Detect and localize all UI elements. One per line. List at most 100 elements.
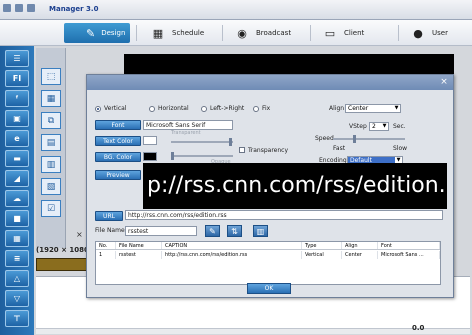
- table-header[interactable]: CAPTION: [162, 242, 302, 249]
- delete-button[interactable]: ▥: [253, 225, 268, 237]
- left-sidebar: ☰ FI ᶠ ▣ e ▬ ◢ ☁ ■ ▦ ≡ △ ▽ ⊤: [0, 46, 34, 335]
- tab-schedule[interactable]: ▦ Schedule: [150, 23, 204, 43]
- speed-slider-handle[interactable]: [353, 135, 356, 143]
- tab-broadcast[interactable]: ◉ Broadcast: [234, 23, 291, 43]
- window-menu-icon[interactable]: [3, 4, 11, 12]
- url-field[interactable]: http://rss.cnn.com/rss/edition.rss: [125, 210, 443, 220]
- text-color-button[interactable]: Text Color: [95, 136, 141, 146]
- grid-icon[interactable]: ▦: [5, 230, 29, 247]
- table-cell: Microsoft Sans ...: [378, 251, 440, 259]
- triangle-up-icon[interactable]: △: [5, 270, 29, 287]
- radio-left-right-dot: [201, 105, 207, 112]
- rss-icon[interactable]: ◢: [5, 170, 29, 187]
- list-icon[interactable]: ≡: [5, 250, 29, 267]
- table-tool-icon[interactable]: ▦: [41, 90, 61, 107]
- speed-slider[interactable]: [333, 135, 405, 143]
- bg-color-swatch[interactable]: [143, 152, 157, 161]
- align-select[interactable]: Center ▼: [345, 104, 401, 113]
- layout-tool-icon[interactable]: ▥: [41, 156, 61, 173]
- ok-button[interactable]: OK: [247, 283, 291, 294]
- opacity-slider[interactable]: [171, 152, 233, 160]
- transparent-label: Transparent: [171, 130, 201, 136]
- move-button[interactable]: ⇅: [227, 225, 242, 237]
- opacity-slider-handle[interactable]: [171, 152, 174, 160]
- menu-icon[interactable]: ☰: [5, 50, 29, 67]
- file-name-field[interactable]: rsstest: [125, 226, 197, 236]
- triangle-down-icon[interactable]: ▽: [5, 290, 29, 307]
- resolution-label: (1920 × 1080: [36, 246, 89, 254]
- chevron-down-icon: ▼: [382, 123, 387, 129]
- window-minimize-icon[interactable]: [15, 4, 23, 12]
- transparency-slider-handle[interactable]: [229, 138, 232, 146]
- monitor-icon: ▭: [324, 26, 336, 40]
- text-color-swatch[interactable]: [143, 136, 157, 145]
- url-button-label: URL: [103, 212, 115, 220]
- edit-button[interactable]: ✎: [205, 225, 220, 237]
- copy-tool-icon[interactable]: ⧉: [41, 112, 61, 129]
- radio-vertical-label: Vertical: [104, 105, 127, 112]
- radio-horizontal-label: Horizontal: [158, 105, 189, 112]
- dialog-close-icon[interactable]: ×: [439, 77, 449, 87]
- radio-vertical[interactable]: Vertical: [95, 105, 126, 112]
- align-value: Center: [348, 105, 369, 112]
- horizontal-scrollbar[interactable]: [36, 328, 470, 334]
- toolbar-divider: [310, 25, 311, 41]
- tab-client[interactable]: ▭ Client: [322, 23, 364, 43]
- check-tool-icon[interactable]: ☑: [41, 200, 61, 217]
- table-header[interactable]: Align: [342, 242, 378, 249]
- table-header-row: No. File Name CAPTION Type Align Font: [96, 242, 440, 250]
- window-controls[interactable]: [3, 4, 43, 15]
- text-icon[interactable]: ▬: [5, 150, 29, 167]
- tab-design[interactable]: ✎ Design: [64, 23, 130, 43]
- close-icon[interactable]: ×: [76, 230, 83, 239]
- tab-design-label: Design: [101, 29, 126, 37]
- browser-icon[interactable]: e: [5, 130, 29, 147]
- font-button[interactable]: Font: [95, 120, 141, 130]
- tab-client-label: Client: [344, 29, 365, 37]
- table-row[interactable]: 1 rsstest http://rss.cnn.com/rss/edition…: [96, 251, 440, 259]
- vstep-label: VStep: [349, 123, 367, 130]
- chevron-down-icon: ▼: [394, 105, 399, 111]
- table-header[interactable]: Font: [378, 242, 440, 249]
- vstep-select[interactable]: 2 ▼: [369, 122, 389, 131]
- image-tool-icon[interactable]: ▧: [41, 178, 61, 195]
- save-tool-icon[interactable]: ▤: [41, 134, 61, 151]
- tab-user[interactable]: ● User: [410, 23, 448, 43]
- calendar-icon: ▦: [152, 26, 164, 40]
- broadcast-icon: ◉: [237, 26, 247, 40]
- toolbar-divider: [136, 25, 137, 41]
- radio-fix-label: Fix: [262, 105, 271, 112]
- stop-icon[interactable]: ■: [5, 210, 29, 227]
- fi-icon[interactable]: FI: [5, 70, 29, 87]
- table-header[interactable]: File Name: [116, 242, 162, 249]
- vstep-value: 2: [372, 123, 376, 130]
- radio-left-right[interactable]: Left->Right: [201, 105, 244, 112]
- window-restore-icon[interactable]: [27, 4, 35, 12]
- align-label: Align: [329, 105, 345, 112]
- font-field[interactable]: Microsoft Sans Serif: [143, 120, 233, 130]
- radio-fix[interactable]: Fix: [253, 105, 270, 112]
- filter-icon[interactable]: ⊤: [5, 310, 29, 327]
- radio-horizontal[interactable]: Horizontal: [149, 105, 189, 112]
- table-header[interactable]: Type: [302, 242, 342, 249]
- timeline-thumbnail[interactable]: [36, 258, 88, 271]
- dialog-titlebar: ×: [87, 75, 453, 90]
- vstep-unit: Sec.: [393, 123, 406, 130]
- main-toolbar: ✎ Design ▦ Schedule ◉ Broadcast ▭ Client…: [0, 20, 472, 46]
- transparency-checkbox[interactable]: [239, 147, 245, 153]
- select-tool-icon[interactable]: ⬚: [41, 68, 61, 85]
- fi-alt-icon[interactable]: ᶠ: [5, 90, 29, 107]
- tab-schedule-label: Schedule: [172, 29, 205, 37]
- preview-button[interactable]: Preview: [95, 170, 141, 180]
- tv-icon[interactable]: ▣: [5, 110, 29, 127]
- url-button[interactable]: URL: [95, 211, 123, 221]
- bg-color-button[interactable]: BG. Color: [95, 152, 141, 162]
- tab-user-label: User: [432, 29, 448, 37]
- bg-color-button-label: BG. Color: [103, 153, 133, 161]
- app-title: Manager 3.0: [49, 5, 99, 13]
- speed-slow-label: Slow: [393, 145, 408, 152]
- table-header[interactable]: No.: [96, 242, 116, 249]
- transparency-slider[interactable]: [171, 138, 233, 146]
- ok-button-label: OK: [264, 285, 274, 292]
- weather-icon[interactable]: ☁: [5, 190, 29, 207]
